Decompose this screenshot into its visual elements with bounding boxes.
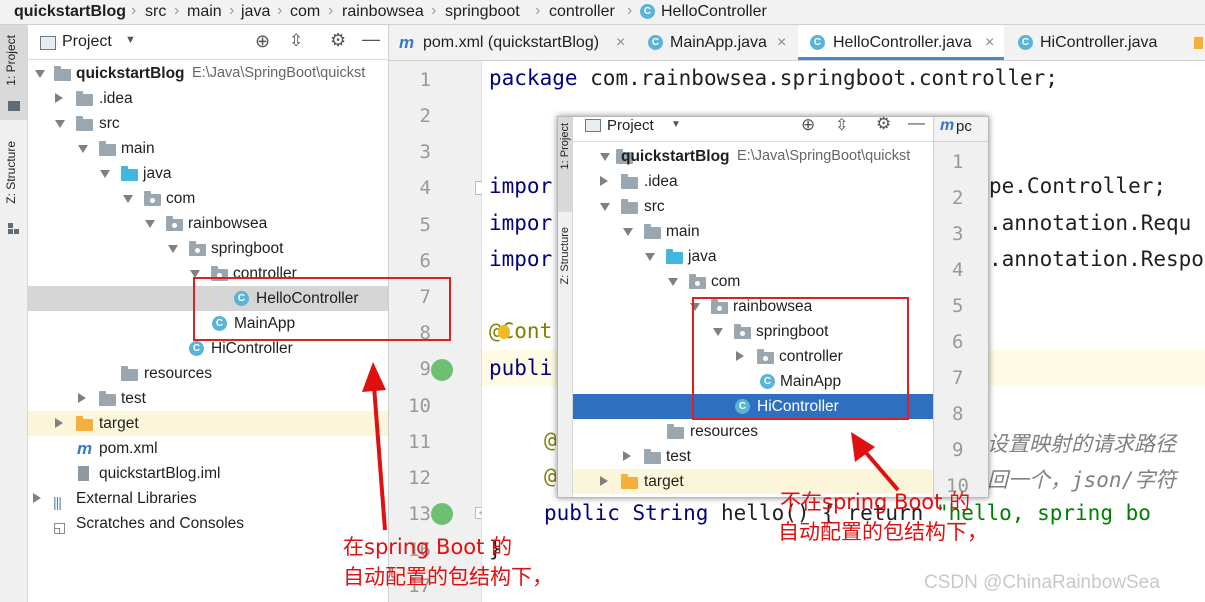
arrow-right	[860, 446, 900, 492]
annotation-in-package-line2: 自动配置的包结构下，	[343, 565, 553, 589]
watermark: CSDN @ChinaRainbowSea	[924, 572, 1160, 593]
arrow-left-head	[362, 362, 386, 392]
annotation-outside-package-line1: 不在spring Boot 的	[780, 490, 971, 514]
annotation-outside-package-line2: 自动配置的包结构下，	[778, 520, 988, 544]
annotation-in-package-line1: 在spring Boot 的	[343, 535, 513, 559]
arrow-left	[372, 385, 387, 531]
annotation-arrows	[362, 362, 900, 531]
